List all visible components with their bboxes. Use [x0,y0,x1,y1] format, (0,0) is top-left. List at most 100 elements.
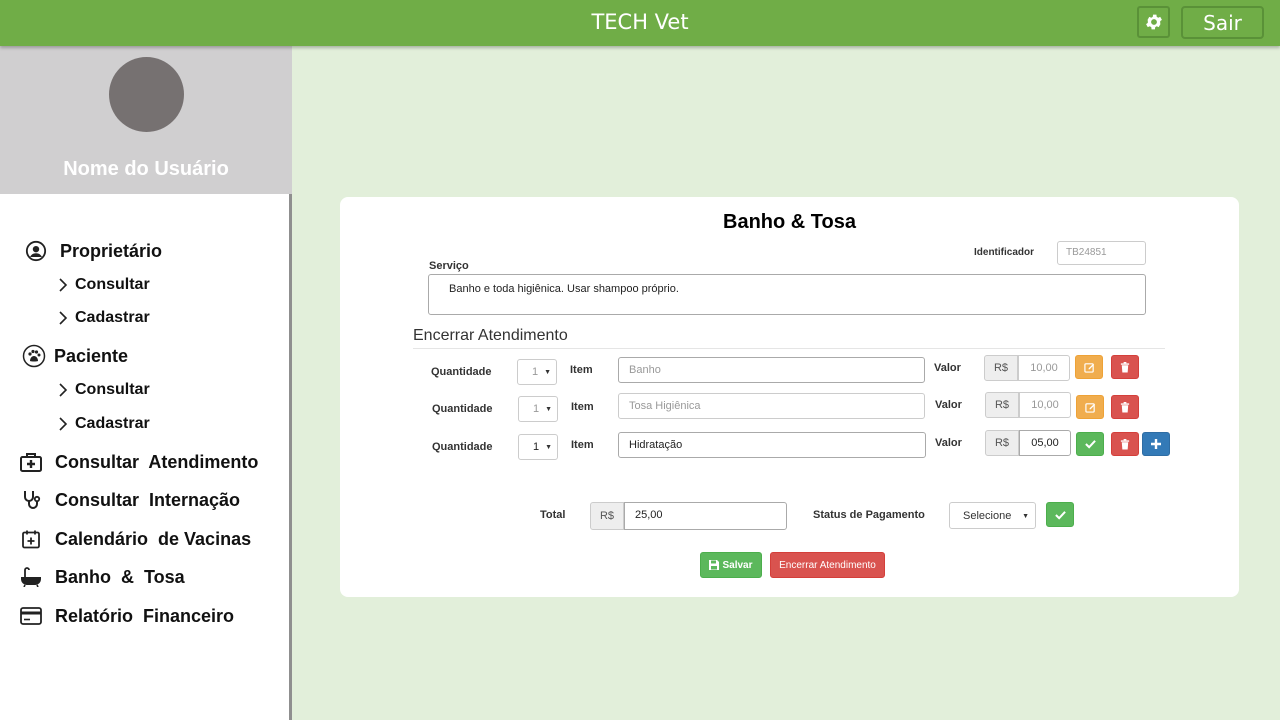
quantity-value: 1 [532,366,539,378]
caret-down-icon: ▼ [545,444,552,451]
stethoscope-icon [19,488,43,512]
sidebar-item-bath-grooming[interactable]: Banho & Tosa [19,565,185,589]
logout-button[interactable]: Sair [1181,6,1264,39]
service-text: Banho e toda higiênica. Usar shampoo pró… [449,283,679,295]
sidebar-item-consult-hospitalization[interactable]: Consultar Internação [19,488,240,512]
value-input[interactable]: 10,00 [1019,392,1071,418]
sidebar-subitem-label: Consultar [75,381,150,398]
delete-button[interactable] [1111,395,1139,419]
edit-icon [1084,402,1095,413]
item-input[interactable]: Hidratação [618,432,926,458]
chevron-right-icon [58,278,72,292]
quantity-value: 1 [533,441,540,453]
delete-button[interactable] [1111,432,1139,456]
save-button-label: Salvar [722,559,753,571]
item-label: Item [571,401,594,413]
value-label: Valor [934,362,961,374]
floppy-icon [709,560,720,570]
calendar-plus-icon [19,527,43,551]
currency-addon: R$ [985,430,1019,456]
quantity-select[interactable]: 1 ▼ [517,359,557,385]
quantity-select[interactable]: 1 ▼ [518,396,558,422]
value-input[interactable]: 05,00 [1019,430,1071,456]
bath-grooming-form: Banho & Tosa Identificador TB24851 Servi… [340,197,1239,597]
chevron-right-icon [58,417,72,431]
sidebar-item-patient[interactable]: Paciente [22,344,128,368]
value-label: Valor [935,437,962,449]
item-input[interactable]: Banho [618,357,925,383]
quantity-label: Quantidade [432,441,493,453]
quantity-select[interactable]: 1 ▼ [518,434,558,460]
sidebar-item-label: Consultar Atendimento [55,451,259,472]
payment-status-select[interactable]: Selecione ▼ [949,502,1036,529]
sidebar-item-vaccine-calendar[interactable]: Calendário de Vacinas [19,527,251,551]
sidebar: Nome do Usuário Proprietário Consultar C… [0,46,292,720]
close-appointment-button[interactable]: Encerrar Atendimento [770,552,885,578]
item-label: Item [570,364,593,376]
check-icon [1054,510,1066,520]
section-divider [413,348,1165,349]
caret-down-icon: ▼ [545,406,552,413]
settings-button[interactable] [1137,6,1170,38]
section-title: Encerrar Atendimento [413,327,568,344]
payment-status-value: Selecione [963,510,1012,522]
delete-button[interactable] [1111,355,1139,379]
sidebar-subitem-owner-register[interactable]: Cadastrar [58,309,150,327]
payment-status-label: Status de Pagamento [813,509,925,521]
user-profile: Nome do Usuário [0,46,292,194]
caret-down-icon: ▼ [1022,513,1029,520]
value-label: Valor [935,399,962,411]
edit-icon [1083,362,1094,373]
sidebar-item-label: Calendário de Vacinas [55,528,252,549]
sidebar-item-label: Relatório Financeiro [55,605,235,626]
item-input[interactable]: Tosa Higiênica [618,393,925,419]
sidebar-item-label: Proprietário [60,240,163,261]
trash-icon [1120,401,1130,413]
sidebar-subitem-label: Consultar [75,276,150,293]
total-input[interactable]: 25,00 [624,502,787,530]
total-currency-addon: R$ [590,502,624,530]
quantity-label: Quantidade [431,366,492,378]
value-input[interactable]: 10,00 [1018,355,1070,381]
trash-icon [1120,361,1130,373]
caret-down-icon: ▼ [544,369,551,376]
identifier-input[interactable]: TB24851 [1057,241,1146,265]
confirm-payment-button[interactable] [1046,502,1074,527]
sidebar-item-consult-appointment[interactable]: Consultar Atendimento [19,450,258,474]
item-label: Item [571,439,594,451]
trash-icon [1120,438,1130,450]
sidebar-item-label: Consultar Internação [55,489,241,510]
avatar [109,57,184,132]
sidebar-item-label: Paciente [54,345,129,366]
top-bar: TECH Vet Sair [0,0,1280,46]
quantity-value: 1 [533,403,540,415]
chevron-right-icon [58,311,72,325]
confirm-button[interactable] [1076,432,1104,456]
service-label: Serviço [429,260,469,272]
check-icon [1084,440,1096,449]
sidebar-item-owner[interactable]: Proprietário [24,239,162,263]
edit-button[interactable] [1075,355,1103,379]
page-title: Banho & Tosa [723,211,856,233]
currency-addon: R$ [984,355,1018,381]
identifier-label: Identificador [974,247,1035,258]
gear-icon [1145,14,1162,30]
sidebar-subitem-patient-register[interactable]: Cadastrar [58,415,150,433]
sidebar-item-financial-report[interactable]: Relatório Financeiro [19,604,234,628]
plus-icon [1151,439,1161,449]
sidebar-subitem-patient-consult[interactable]: Consultar [58,381,150,399]
sidebar-subitem-label: Cadastrar [75,309,150,326]
paw-icon [22,344,46,368]
chevron-right-icon [58,383,72,397]
service-textarea[interactable]: Banho e toda higiênica. Usar shampoo pró… [428,274,1146,315]
currency-addon: R$ [985,392,1019,418]
medical-kit-icon [19,450,43,474]
edit-button[interactable] [1076,395,1104,419]
sidebar-subitem-owner-consult[interactable]: Consultar [58,276,150,294]
user-name: Nome do Usuário [63,158,229,180]
save-button[interactable]: Salvar [700,552,762,578]
add-item-button[interactable] [1142,432,1170,456]
user-circle-icon [24,239,48,263]
credit-card-icon [19,604,43,628]
app-title: TECH Vet [591,10,689,34]
